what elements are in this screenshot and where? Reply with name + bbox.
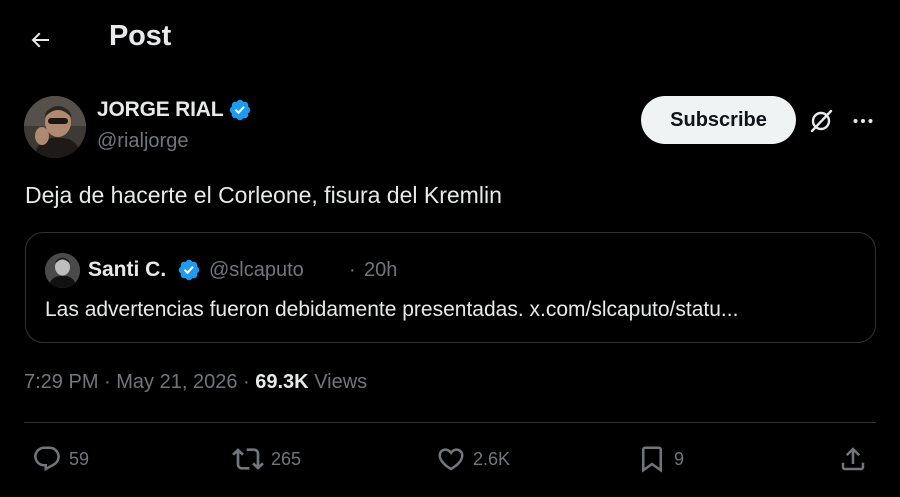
quote-author-name: Santi C. [88,258,167,281]
verified-badge-icon [228,98,252,122]
verified-badge-icon [177,258,201,282]
like-icon [438,448,464,471]
divider [24,422,876,423]
share-icon [841,447,865,471]
more-horizontal-icon [853,119,873,123]
repost-icon [232,448,264,470]
author-handle[interactable]: @rialjorge [97,130,188,153]
meta-separator: · [237,371,256,393]
post-time[interactable]: 7:29 PM [24,371,98,394]
views-count: 69.3K [255,371,309,393]
quote-separator: · [349,259,356,281]
arrow-left-icon [31,32,49,48]
bookmark-icon [642,446,662,473]
quote-author-avatar [45,253,80,288]
author-name[interactable]: JORGE RIAL [97,98,224,122]
quoted-post-card[interactable]: Santi C. @slcaputo · 20h Las advertencia… [25,232,876,343]
grok-button[interactable] [806,106,836,136]
more-options-button[interactable] [848,106,878,136]
back-button[interactable] [22,22,58,58]
repost-count: 265 [271,448,302,469]
reply-count: 59 [69,448,90,469]
quote-text: Las advertencias fueron debidamente pres… [45,298,739,321]
post-header: Post [0,0,900,78]
subscribe-button[interactable]: Subscribe [641,96,796,144]
like-count: 2.6K [473,448,511,469]
author-avatar[interactable] [24,96,86,158]
views-label: Views [314,371,368,393]
bookmark-button[interactable]: 9 [637,442,684,476]
reply-icon [34,446,60,472]
share-button[interactable] [838,442,868,476]
repost-button[interactable]: 265 [232,442,301,476]
quote-timestamp: 20h [364,259,398,281]
post-text: Deja de hacerte el Corleone, fisura del … [25,182,502,208]
page-title: Post [109,20,172,52]
like-button[interactable]: 2.6K [436,442,510,476]
meta-separator: · [98,371,117,393]
bookmark-count: 9 [674,448,685,469]
reply-button[interactable]: 59 [32,442,89,476]
post-date[interactable]: May 21, 2026 [116,371,237,394]
grok-icon [810,109,833,133]
post-meta: 7:29 PM · May 21, 2026 · 69.3K Views [24,371,367,394]
author-name-row: JORGE RIAL [97,98,252,122]
quote-author-handle: @slcaputo [209,259,304,281]
